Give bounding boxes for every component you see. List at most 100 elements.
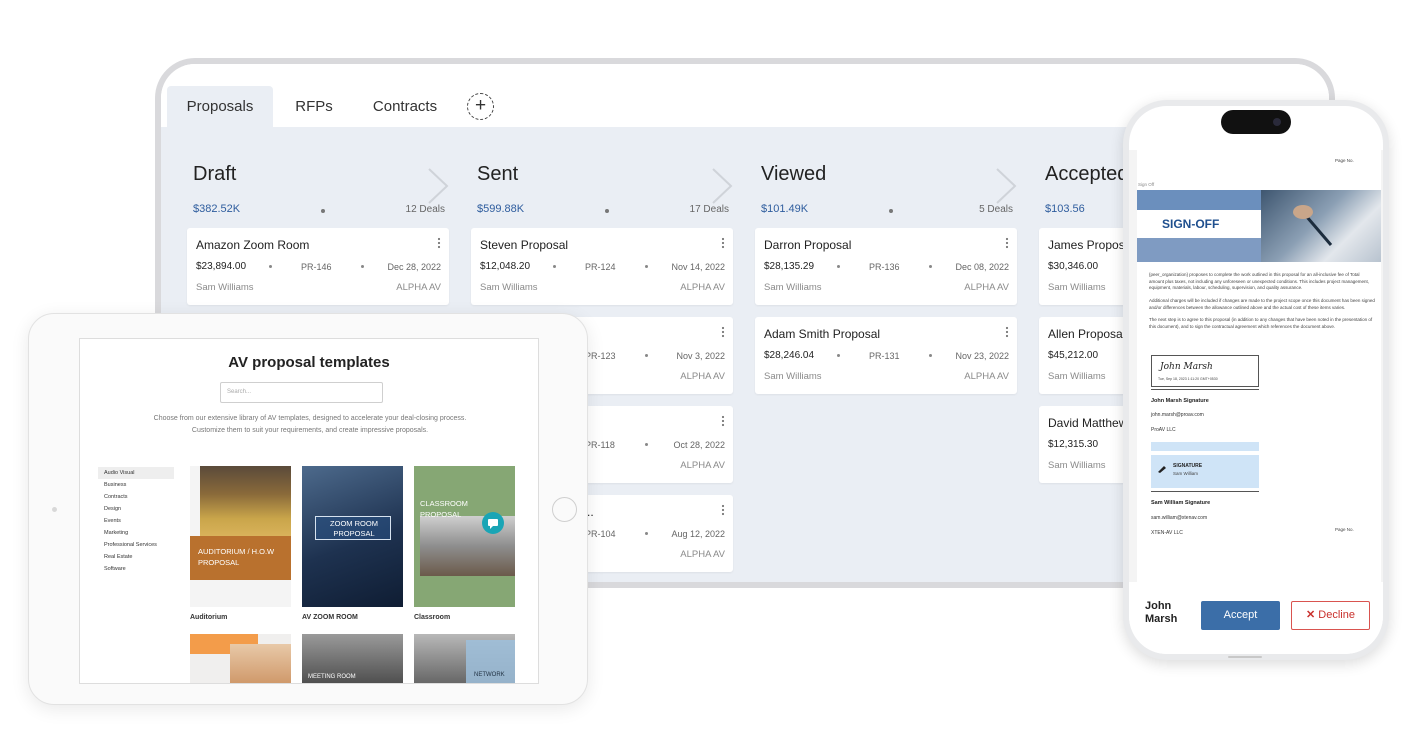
card-date: Dec 08, 2022 [955,262,1009,272]
accept-button[interactable]: Accept [1201,601,1280,630]
separator-dot [645,354,648,357]
camera-icon [1273,118,1281,126]
kebab-menu-icon[interactable] [721,415,725,427]
kebab-menu-icon[interactable] [437,237,441,249]
signer-company: ProAV LLC [1151,427,1176,433]
card-title: Allen Proposal [1048,327,1126,341]
category-item[interactable]: Professional Services [98,539,174,551]
kebab-menu-icon[interactable] [1005,237,1009,249]
signature-script: John Marsh [1160,362,1213,372]
signer-email: sam.william@xtenav.com [1151,515,1208,521]
tile-label: Classroom [414,614,451,621]
card-company: ALPHA AV [680,460,725,471]
add-tab-icon[interactable]: + [467,93,494,120]
auditorium-photo [200,466,291,536]
category-item[interactable]: Real Estate [98,551,174,563]
template-tile[interactable]: NETWORK [414,634,515,683]
column-title: Sent [477,163,519,185]
signature-name: Sam William [1173,471,1199,476]
card-pr-id: PR-136 [869,262,900,272]
category-item[interactable]: Events [98,515,174,527]
tile-overlay-text: MEETING ROOM [308,674,356,680]
deal-card[interactable]: Adam Smith Proposal $28,246.04 PR-131 No… [755,317,1017,394]
signature-title: Sam William Signature [1151,500,1211,506]
separator-dot [837,354,840,357]
template-tile-classroom[interactable]: CLASSROOM PROPOSAL [414,466,515,607]
signature-line [1151,491,1259,492]
card-amount: $12,315.30 [1048,439,1099,450]
signature-pen-icon [1158,466,1166,473]
column-title: Draft [193,163,237,185]
template-search-input[interactable]: Search... [220,382,383,403]
category-item[interactable]: Marketing [98,527,174,539]
card-pr-id: PR-146 [301,262,332,272]
page-number: Page No. [1335,527,1354,532]
sign-off-title: SIGN-OFF [1162,217,1220,231]
card-company: ALPHA AV [964,371,1009,382]
card-date: Dec 28, 2022 [387,262,441,272]
category-item[interactable]: Contracts [98,491,174,503]
card-owner: Sam Williams [764,371,822,382]
tab-rfps[interactable]: RFPs [279,86,349,127]
category-item[interactable]: Software [98,563,174,575]
card-title: James Proposal [1048,238,1135,252]
chevron-right-icon [996,168,1017,204]
separator-dot [889,209,893,213]
card-amount: $23,894.00 [196,261,247,272]
card-company: ALPHA AV [680,549,725,560]
separator-dot [837,265,840,268]
card-title: Steven Proposal [480,238,569,252]
column-deals: 17 Deals [689,204,729,215]
kebab-menu-icon[interactable] [721,504,725,516]
deal-card[interactable]: Amazon Zoom Room $23,894.00 PR-146 Dec 2… [187,228,449,305]
card-amount: $28,246.04 [764,350,815,361]
signature-field[interactable]: SIGNATURE Sam William [1151,455,1259,488]
card-title: David Matthews [1048,416,1134,430]
separator-dot [269,265,272,268]
card-amount: $45,212.00 [1048,350,1099,361]
card-company: ALPHA AV [964,282,1009,293]
separator-dot [321,209,325,213]
deal-card[interactable]: Darron Proposal $28,135.29 PR-136 Dec 08… [755,228,1017,305]
separator-dot [361,265,364,268]
column-amount: $382.52K [193,203,241,215]
template-tile-zoom-room[interactable]: ZOOM ROOM PROPOSAL [302,466,403,607]
tablet-home-button[interactable] [552,497,577,522]
separator-dot [645,265,648,268]
dynamic-island [1221,110,1291,134]
tab-contracts[interactable]: Contracts [357,86,453,127]
tile-overlay-text: CLASSROOM PROPOSAL [420,499,468,519]
signature-date: Tue, Sep 18, 2023 1:11:20 GMT+0530 [1158,377,1218,381]
deal-card[interactable]: Steven Proposal $12,048.20 PR-124 Nov 14… [471,228,733,305]
decline-button[interactable]: ✕ Decline [1291,601,1370,630]
card-date: Aug 12, 2022 [671,529,725,539]
card-pr-id: PR-118 [585,440,615,450]
signature-highlight [1151,442,1259,451]
card-title: Amazon Zoom Room [196,238,310,252]
card-owner: Sam Williams [196,282,254,293]
templates-description: Choose from our extensive library of AV … [153,415,467,434]
tab-proposals[interactable]: Proposals [167,86,273,127]
card-company: ALPHA AV [680,371,725,382]
tablet-camera [52,507,57,512]
category-item[interactable]: Design [98,503,174,515]
template-tile[interactable]: MEETING ROOM [302,634,403,683]
document-viewer[interactable]: Page No. Sign Off SIGN-OFF {peer_organiz… [1129,150,1383,582]
tile-photo [230,644,291,683]
category-item[interactable]: Business [98,479,174,491]
kebab-menu-icon[interactable] [721,237,725,249]
category-item[interactable]: Audio Visual [98,467,174,479]
decline-label: Decline [1318,609,1355,621]
kebab-menu-icon[interactable] [1005,326,1009,338]
template-tile-auditorium[interactable]: AUDITORIUM / H.O.W PROPOSAL [190,466,291,607]
column-deals: 12 Deals [405,204,445,215]
signer-name: John Marsh [1145,600,1178,625]
home-indicator [1228,656,1262,658]
kebab-menu-icon[interactable] [721,326,725,338]
chevron-right-icon [712,168,733,204]
separator-dot [553,265,556,268]
column-amount: $103.56 [1045,203,1085,215]
template-tile[interactable] [190,634,291,683]
chat-bubble-icon[interactable] [482,512,504,534]
signature-box[interactable]: John Marsh Tue, Sep 18, 2023 1:11:20 GMT… [1151,355,1259,387]
